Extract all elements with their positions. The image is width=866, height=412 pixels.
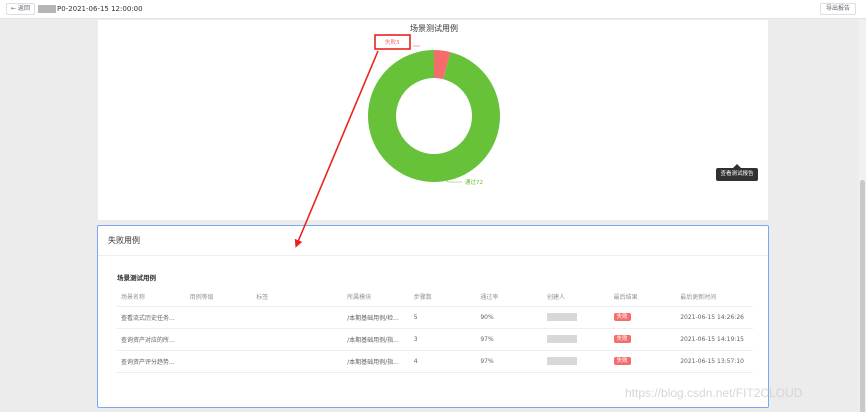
column-header[interactable]: 场景名称: [117, 288, 186, 307]
case-module: /本期基础用例/指...: [343, 350, 410, 373]
arrow-left-icon: ←: [11, 5, 17, 12]
case-creator: [542, 328, 610, 351]
view-report-tooltip: 查看测试报告: [716, 164, 758, 181]
case-module: /本期基础用例/检...: [343, 306, 410, 329]
column-header[interactable]: 标签: [252, 288, 344, 307]
table-row[interactable]: 查看流式历史任务... /本期基础用例/检... 5 90% 失败 2021-0…: [117, 306, 753, 329]
case-tags: [252, 350, 344, 373]
case-tags: [252, 328, 344, 351]
case-tags: [252, 306, 344, 329]
chart-title: 场景测试用例: [410, 23, 458, 33]
case-name[interactable]: 查看流式历史任务...: [117, 306, 186, 329]
status-badge: 失败: [613, 335, 631, 343]
status-badge: 失败: [613, 313, 631, 321]
case-steps: 4: [409, 350, 477, 373]
case-result: 失败: [609, 328, 677, 351]
failed-cases-card: 失败用例 场景测试用例 场景名称 用例等级 标签 所属模块 步骤数 通过率 创建…: [97, 225, 769, 408]
donut-slice-pass[interactable]: [367, 50, 500, 183]
status-badge: 失败: [613, 357, 631, 365]
case-module: /本期基础用例/指...: [343, 328, 410, 351]
case-creator: [542, 306, 610, 329]
case-steps: 5: [409, 306, 477, 329]
column-header[interactable]: 通过率: [476, 288, 543, 307]
back-button[interactable]: ← 返回: [6, 3, 36, 15]
case-name[interactable]: 查询资产评分趋势...: [117, 350, 186, 373]
case-level: [185, 350, 253, 373]
column-header[interactable]: 所属模块: [343, 288, 410, 307]
scrollbar-thumb[interactable]: [860, 180, 865, 412]
case-level: [185, 306, 253, 329]
redacted-project-name: [38, 5, 56, 13]
case-level: [185, 328, 253, 351]
slice-label-fail: 失败3: [385, 38, 400, 46]
case-pass-rate: 97%: [476, 328, 543, 351]
column-header[interactable]: 最后结果: [609, 288, 677, 307]
scrollbar-track[interactable]: [859, 20, 866, 412]
export-report-button[interactable]: 导出报告: [819, 3, 856, 15]
case-updated: 2021-06-15 14:26:26: [676, 306, 753, 329]
redacted-creator: [546, 335, 577, 343]
column-header[interactable]: 最后更新时间: [676, 288, 753, 307]
scenario-chart-card: 场景测试用例 失败3 通过72: [98, 20, 768, 220]
case-pass-rate: 90%: [476, 306, 543, 329]
top-bar: ← 返回 P0-2021-06-15 12:00:00 导出报告: [0, 0, 866, 19]
redacted-creator: [546, 357, 577, 365]
case-creator: [542, 350, 610, 373]
report-title: P0-2021-06-15 12:00:00: [57, 5, 143, 13]
column-header[interactable]: 创建人: [542, 288, 610, 307]
case-updated: 2021-06-15 13:57:10: [676, 350, 753, 373]
column-header[interactable]: 步骤数: [409, 288, 477, 307]
table-row[interactable]: 查询资产评分趋势... /本期基础用例/指... 4 97% 失败 2021-0…: [117, 350, 753, 373]
slice-label-pass: 通过72: [465, 178, 483, 186]
case-steps: 3: [409, 328, 477, 351]
donut-chart: 场景测试用例 失败3 通过72: [367, 23, 500, 186]
case-name[interactable]: 查询资产对应的所...: [117, 328, 186, 351]
column-header[interactable]: 用例等级: [185, 288, 253, 307]
case-updated: 2021-06-15 14:19:15: [676, 328, 753, 351]
section-title: 场景测试用例: [117, 274, 156, 282]
redacted-creator: [546, 313, 577, 321]
back-button-label: 返回: [18, 5, 31, 12]
case-result: 失败: [609, 306, 677, 329]
failed-cases-header: 失败用例: [98, 226, 768, 256]
watermark: https://blog.csdn.net/FIT2CLOUD: [625, 386, 803, 400]
case-pass-rate: 97%: [476, 350, 543, 373]
donut-slices: [367, 50, 500, 183]
failed-cases-table: 场景名称 用例等级 标签 所属模块 步骤数 通过率 创建人 最后结果 最后更新时…: [117, 288, 753, 373]
table-row[interactable]: 查询资产对应的所... /本期基础用例/指... 3 97% 失败 2021-0…: [117, 328, 753, 351]
case-result: 失败: [609, 350, 677, 373]
table-header-row: 场景名称 用例等级 标签 所属模块 步骤数 通过率 创建人 最后结果 最后更新时…: [117, 288, 753, 307]
